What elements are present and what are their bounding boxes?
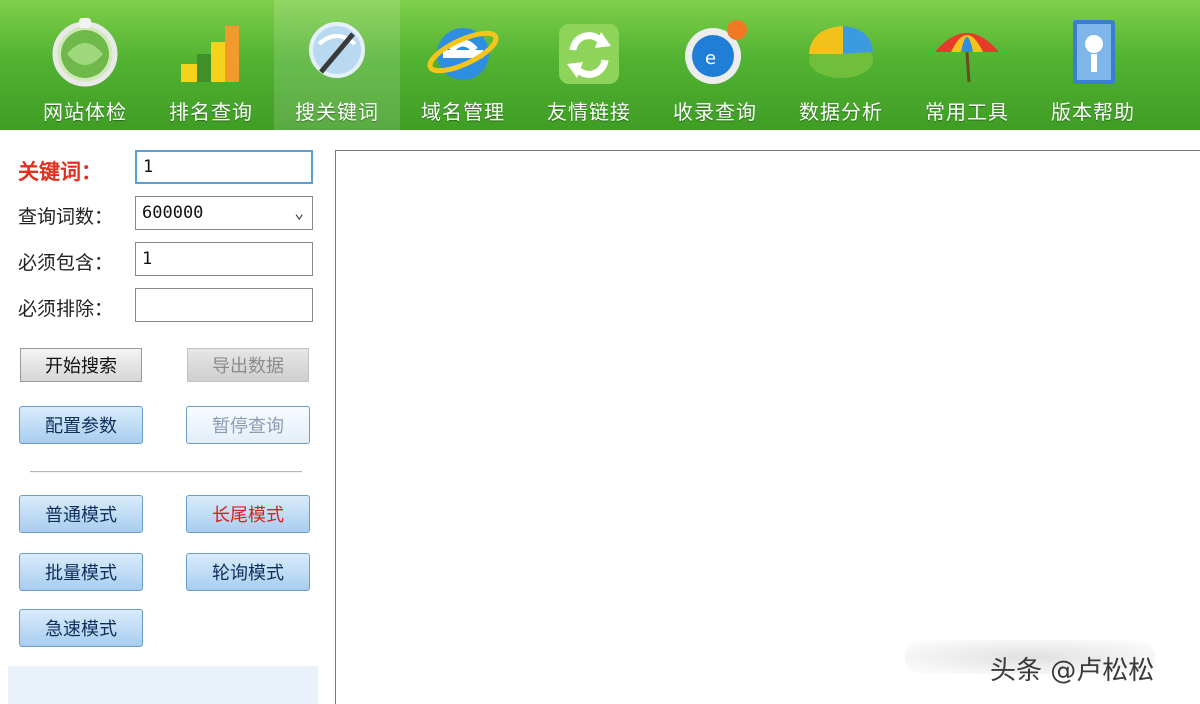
stop-query-button[interactable]: 暂停查询 — [186, 406, 310, 444]
toolbar-item-version-help[interactable]: 版本帮助 — [1030, 0, 1156, 130]
help-book-icon — [1053, 12, 1133, 92]
must-exclude-label: 必须排除： — [18, 298, 114, 320]
toolbar-label: 常用工具 — [925, 100, 1009, 124]
bar-chart-icon — [171, 12, 251, 92]
toolbar-label: 收录查询 — [673, 100, 757, 124]
toolbar-label: 搜关键词 — [295, 100, 379, 124]
keyword-label: 关键词： — [18, 160, 102, 184]
must-include-label: 必须包含： — [18, 252, 114, 274]
query-count-value: 600000 — [142, 203, 204, 223]
toolbar-item-domain-manage[interactable]: 域名管理 — [400, 0, 526, 130]
toolbar-label: 排名查询 — [169, 100, 253, 124]
umbrella-icon — [927, 12, 1007, 92]
must-include-input[interactable]: 1 — [135, 242, 313, 276]
toolbar-item-rank-query[interactable]: 排名查询 — [148, 0, 274, 130]
toolbar-label: 版本帮助 — [1051, 100, 1135, 124]
toolbar-item-friend-links[interactable]: 友情链接 — [526, 0, 652, 130]
toolbar-label: 域名管理 — [421, 100, 505, 124]
toolbar-label: 数据分析 — [799, 100, 883, 124]
toolbar-label: 网站体检 — [43, 100, 127, 124]
toolbar-item-site-checkup[interactable]: 网站体检 — [22, 0, 148, 130]
section-divider — [30, 471, 302, 473]
config-params-button[interactable]: 配置参数 — [19, 406, 143, 444]
normal-mode-button[interactable]: 普通模式 — [19, 495, 143, 533]
watermark-text: 头条 @卢松松 — [990, 656, 1155, 686]
batch-mode-button[interactable]: 批量模式 — [19, 553, 143, 591]
rotate-mode-button[interactable]: 轮询模式 — [186, 553, 310, 591]
results-area[interactable] — [335, 150, 1200, 704]
search-glass-icon — [297, 12, 377, 92]
query-count-select[interactable]: 600000 ⌄ — [135, 196, 313, 230]
search-settings-panel: 关键词： 1 查询词数： 600000 ⌄ 必须包含： 1 必须排除： 开始搜索… — [0, 130, 330, 704]
chevron-down-icon[interactable]: ⌄ — [294, 203, 304, 222]
magnifier-globe-icon — [45, 12, 125, 92]
globe-clock-icon: e — [675, 12, 755, 92]
toolbar-item-index-query[interactable]: e 收录查询 — [652, 0, 778, 130]
keyword-input[interactable]: 1 — [135, 150, 313, 184]
main-toolbar: 网站体检 排名查询 搜关键词 域名管理 友情链接 e 收录查询 数据分析 常用工… — [0, 0, 1200, 130]
toolbar-label: 友情链接 — [547, 100, 631, 124]
longtail-mode-button[interactable]: 长尾模式 — [186, 495, 310, 533]
refresh-arrows-icon — [549, 12, 629, 92]
export-data-button[interactable]: 导出数据 — [187, 348, 309, 382]
panel-footer — [8, 666, 318, 704]
toolbar-item-common-tools[interactable]: 常用工具 — [904, 0, 1030, 130]
ie-browser-icon — [423, 12, 503, 92]
query-count-label: 查询词数： — [18, 206, 114, 228]
fast-mode-button[interactable]: 急速模式 — [19, 609, 143, 647]
svg-text:e: e — [705, 48, 716, 69]
must-exclude-input[interactable] — [135, 288, 313, 322]
toolbar-item-keyword-search[interactable]: 搜关键词 — [274, 0, 400, 130]
toolbar-item-data-analysis[interactable]: 数据分析 — [778, 0, 904, 130]
start-search-button[interactable]: 开始搜索 — [20, 348, 142, 382]
pie-chart-icon — [801, 12, 881, 92]
